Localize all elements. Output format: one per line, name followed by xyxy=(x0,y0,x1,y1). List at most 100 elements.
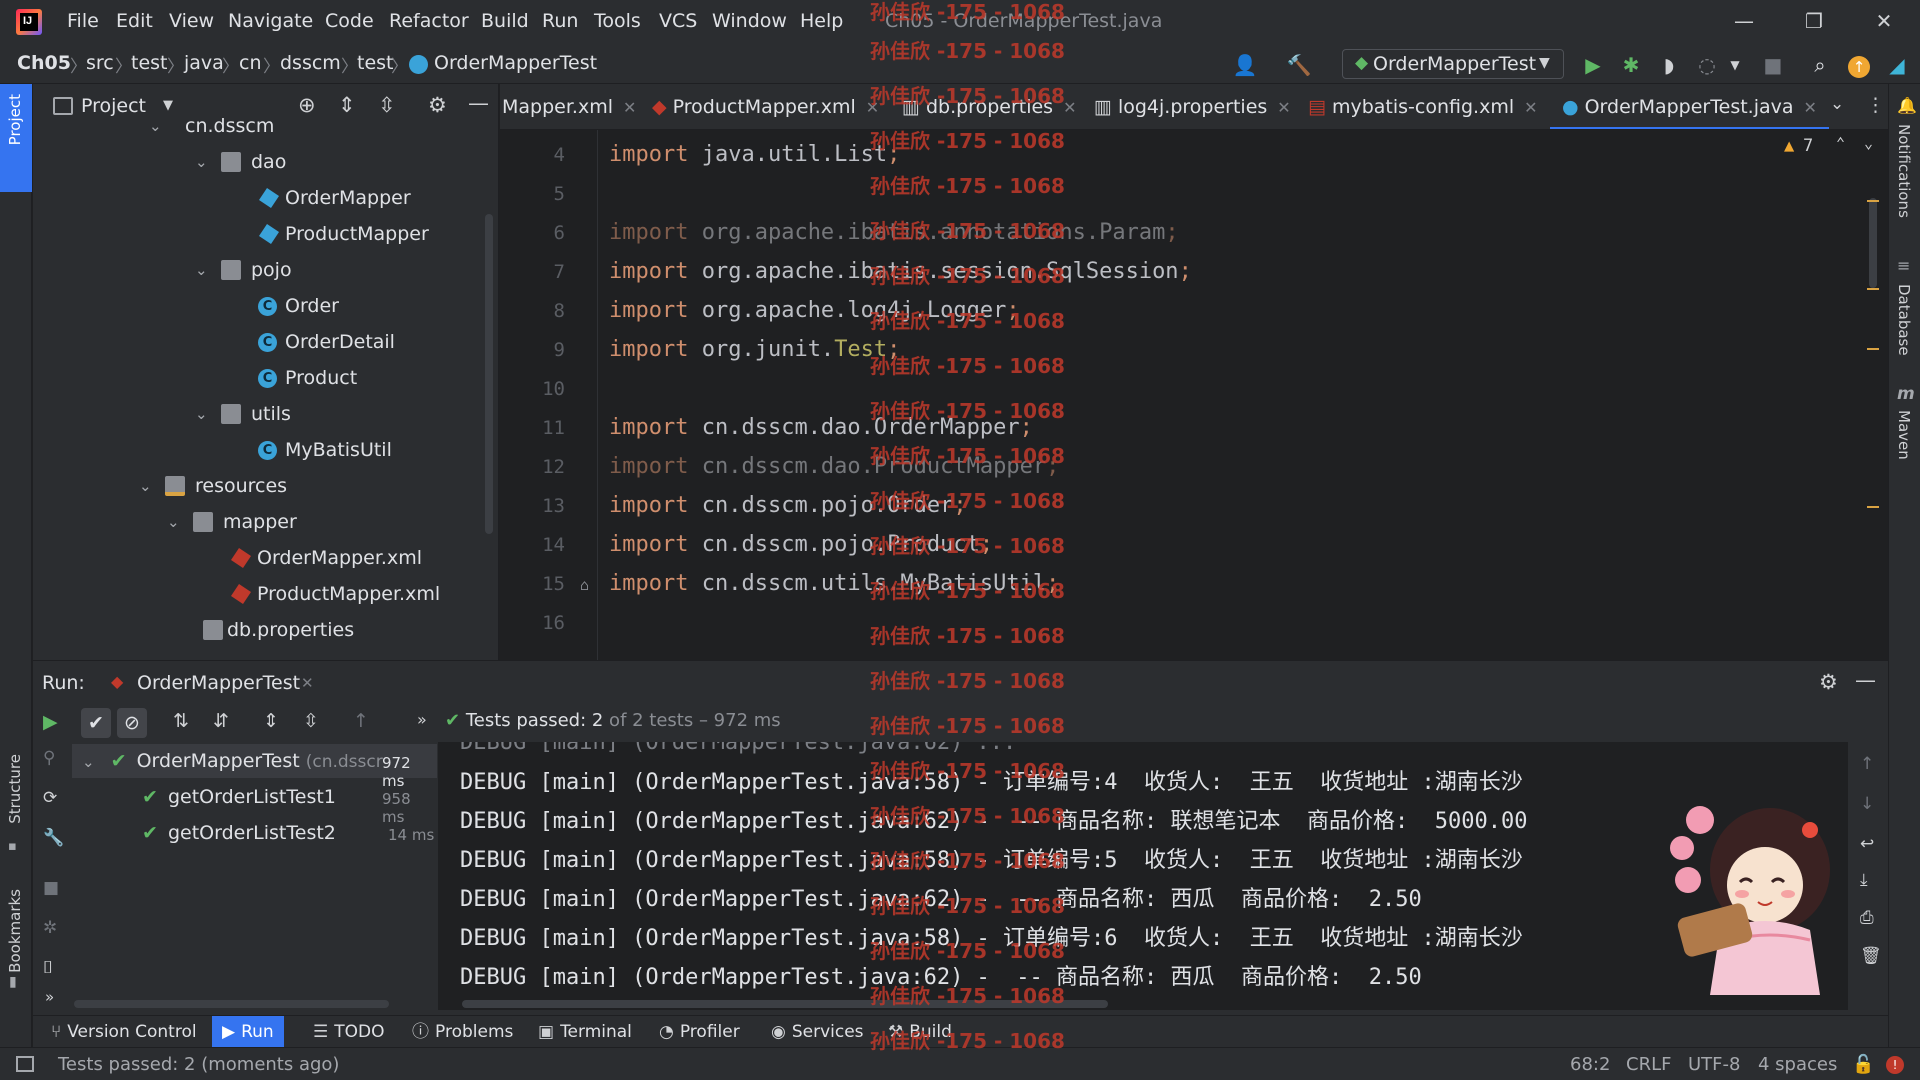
breadcrumb-cn[interactable]: cn xyxy=(239,52,262,74)
pin-icon[interactable]: ⚲ xyxy=(43,748,55,768)
tree-item-resources[interactable]: ⌄ resources xyxy=(139,470,287,502)
error-indicator-icon[interactable]: ! xyxy=(1886,1056,1904,1074)
toggle-tool-windows-icon[interactable] xyxy=(16,1056,34,1072)
expand-all-icon[interactable]: ⇕ xyxy=(338,93,356,117)
close-icon[interactable]: ✕ xyxy=(1277,98,1290,117)
stop-icon[interactable]: ■ xyxy=(1760,52,1786,78)
tool-run[interactable]: ▶ Run xyxy=(212,1016,284,1048)
tabs-dropdown-icon[interactable]: ⌄ xyxy=(1830,94,1844,114)
more-icon[interactable]: ⋮ xyxy=(1866,94,1885,116)
profile-dropdown-icon[interactable]: ▼ xyxy=(1722,52,1748,78)
menu-help[interactable]: Help xyxy=(800,10,843,32)
structure-tool-label[interactable]: Structure xyxy=(6,754,24,824)
tree-item-product[interactable]: C Product xyxy=(255,362,357,394)
breadcrumb-project[interactable]: Ch05 xyxy=(17,52,71,74)
close-icon[interactable]: ✕ xyxy=(301,674,314,692)
tool-todo[interactable]: ☰ TODO xyxy=(313,1016,385,1048)
tab-ordermappertest-java[interactable]: ● OrderMapperTest.java ✕ xyxy=(1550,84,1829,129)
editor-scrollbar[interactable] xyxy=(1869,198,1877,288)
gear-icon[interactable]: ⚙ xyxy=(1819,670,1838,694)
previous-highlight-icon[interactable]: ⌃ xyxy=(1836,134,1845,152)
bookmarks-tool-label[interactable]: Bookmarks xyxy=(6,889,24,973)
tool-problems[interactable]: ⓘ Problems xyxy=(412,1016,513,1048)
build-hammer-icon[interactable]: 🔨 xyxy=(1286,52,1312,78)
menu-refactor[interactable]: Refactor xyxy=(389,10,469,32)
tab-mybatis-config-xml[interactable]: ▤ mybatis-config.xml ✕ xyxy=(1308,84,1538,129)
restore-button[interactable]: ❐ xyxy=(1794,6,1834,36)
breadcrumb-test-pkg[interactable]: test xyxy=(357,52,394,74)
tool-terminal[interactable]: ▣ Terminal xyxy=(538,1016,632,1048)
trash-icon[interactable]: 🗑 xyxy=(1860,946,1882,966)
warning-marker[interactable] xyxy=(1867,348,1879,350)
tab-db-properties[interactable]: ▥ db.properties ✕ xyxy=(902,84,1076,129)
tree-item-productmapper-xml[interactable]: ProductMapper.xml xyxy=(227,578,440,610)
menu-vcs[interactable]: VCS xyxy=(659,10,697,32)
breadcrumb-dsscm[interactable]: dsscm xyxy=(280,52,341,74)
menu-build[interactable]: Build xyxy=(481,10,529,32)
test-row[interactable]: ✔ getOrderListTest1 xyxy=(142,780,336,814)
debug-settings-icon[interactable]: ✲ xyxy=(43,918,57,938)
scroll-to-end-icon[interactable]: ⤓ xyxy=(1860,870,1868,890)
chevron-down-icon[interactable]: ▼ xyxy=(163,98,173,113)
console-output[interactable]: DEBUG [main] (OrderMapperTest.java:62) .… xyxy=(438,742,1848,1010)
sort-duration-icon[interactable]: ⇵ xyxy=(213,710,229,732)
breadcrumb-test[interactable]: test xyxy=(131,52,168,74)
tool-profiler[interactable]: ◔ Profiler xyxy=(659,1016,740,1048)
sort-alpha-icon[interactable]: ⇅ xyxy=(173,710,189,732)
warning-marker[interactable] xyxy=(1867,506,1879,508)
project-tool-button[interactable]: Project xyxy=(0,84,32,192)
print-icon[interactable]: ⎙ xyxy=(1860,908,1874,928)
tree-item-mybatisutil[interactable]: C MyBatisUtil xyxy=(255,434,392,466)
warning-marker[interactable] xyxy=(1867,200,1879,202)
tree-item-package[interactable]: ⌄ cn.dsscm xyxy=(149,110,274,142)
breadcrumb-class[interactable]: OrderMapperTest xyxy=(434,52,597,74)
console-h-scrollbar[interactable] xyxy=(462,1000,1108,1008)
tool-services[interactable]: ◉ Services xyxy=(771,1016,864,1048)
stop-icon[interactable]: ■ xyxy=(43,878,59,898)
locate-icon[interactable]: ⊕ xyxy=(298,93,316,117)
close-icon[interactable]: ✕ xyxy=(1063,98,1076,117)
close-icon[interactable]: ✕ xyxy=(866,98,879,117)
scroll-up-icon[interactable]: ↑ xyxy=(1860,754,1874,774)
tab-productmapper-xml[interactable]: ◆ ProductMapper.xml ✕ xyxy=(652,84,879,129)
maven-tool-label[interactable]: Maven xyxy=(1895,410,1913,460)
expand-all-icon[interactable]: ⇕ xyxy=(263,710,279,732)
caret-position[interactable]: 68:2 xyxy=(1570,1054,1610,1075)
gear-icon[interactable]: ⚙ xyxy=(428,93,447,117)
close-window-button[interactable]: ✕ xyxy=(1864,6,1904,36)
breadcrumb-java[interactable]: java xyxy=(184,52,224,74)
project-panel-title[interactable]: Project xyxy=(81,95,146,117)
update-icon[interactable]: ↑ xyxy=(1846,52,1872,78)
tree-item-utils[interactable]: ⌄ utils xyxy=(195,398,291,430)
notifications-tool-label[interactable]: Notifications xyxy=(1895,124,1913,218)
tree-item-ordermapper-xml[interactable]: OrderMapper.xml xyxy=(227,542,422,574)
menu-navigate[interactable]: Navigate xyxy=(228,10,313,32)
database-tool-label[interactable]: Database xyxy=(1895,284,1913,356)
tree-item-dao[interactable]: ⌄ dao xyxy=(195,146,286,178)
tree-item-ordermapper[interactable]: OrderMapper xyxy=(255,182,411,214)
collapse-all-icon[interactable]: ⇳ xyxy=(303,710,319,732)
soft-wrap-icon[interactable]: ↩ xyxy=(1860,834,1874,854)
more-icon[interactable]: » xyxy=(45,988,54,1006)
menu-code[interactable]: Code xyxy=(325,10,374,32)
hide-panel-icon[interactable]: — xyxy=(468,91,489,115)
file-encoding[interactable]: UTF-8 xyxy=(1688,1054,1740,1075)
tool-version-control[interactable]: ⑂ Version Control xyxy=(51,1016,197,1048)
menu-view[interactable]: View xyxy=(169,10,214,32)
tree-item-productmapper[interactable]: ProductMapper xyxy=(255,218,429,250)
plugin-icon[interactable]: ◢ xyxy=(1884,52,1910,78)
close-icon[interactable]: ✕ xyxy=(1804,98,1817,117)
lock-icon[interactable]: 🔓 xyxy=(1852,1054,1874,1075)
coverage-icon[interactable]: ◗ xyxy=(1656,52,1682,78)
menu-window[interactable]: Window xyxy=(712,10,787,32)
project-scrollbar[interactable] xyxy=(485,214,493,534)
warnings-count[interactable]: 7 xyxy=(1803,136,1813,156)
code-editor[interactable]: import java.util.List; import org.apache… xyxy=(599,130,1879,660)
run-config-dropdown[interactable]: ◆ OrderMapperTest ▼ xyxy=(1342,49,1564,79)
show-ignored-toggle[interactable]: ⊘ xyxy=(117,708,147,738)
profile-icon[interactable]: ◌ xyxy=(1694,52,1720,78)
tree-scrollbar[interactable] xyxy=(74,1000,389,1008)
minimize-button[interactable]: — xyxy=(1724,6,1764,36)
run-tab-label[interactable]: OrderMapperTest xyxy=(137,672,300,694)
close-icon[interactable]: ✕ xyxy=(1524,98,1537,117)
